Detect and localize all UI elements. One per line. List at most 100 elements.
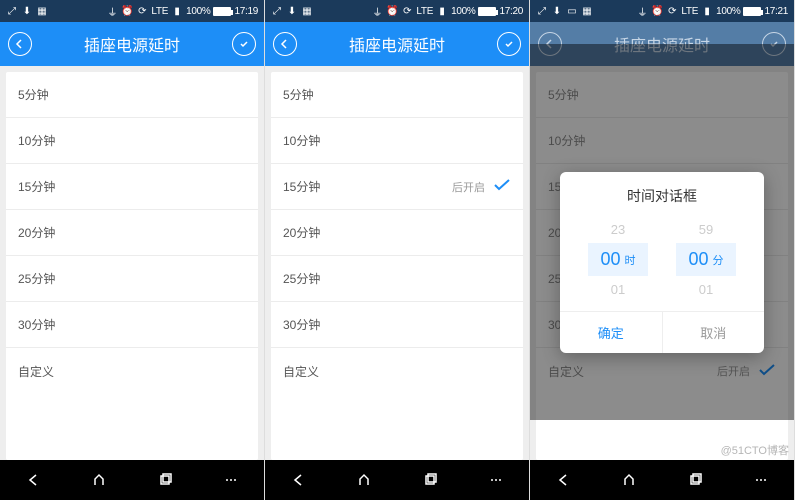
hour-next: 01 <box>588 276 648 303</box>
expand-icon: ⤢ <box>271 5 283 17</box>
battery-pct: 100% <box>186 6 210 17</box>
list-item[interactable]: 10分钟 <box>271 118 523 164</box>
signal-icon: ▮ <box>436 5 448 17</box>
list-item[interactable]: 10分钟 <box>6 118 258 164</box>
sync-icon: ⟳ <box>401 5 413 17</box>
list-item-label: 25分钟 <box>283 270 320 287</box>
list-item-label: 自定义 <box>283 363 319 380</box>
clock: 17:21 <box>764 6 788 17</box>
list-item-selected[interactable]: 15分钟 后开启 <box>271 164 523 210</box>
back-button[interactable] <box>265 22 305 66</box>
list-item[interactable]: 5分钟 <box>6 72 258 118</box>
dialog-ok-button[interactable]: 确定 <box>560 312 663 353</box>
nav-menu-button[interactable] <box>211 460 251 500</box>
hour-unit: 时 <box>625 252 636 268</box>
nav-recent-button[interactable] <box>675 460 715 500</box>
hour-wheel[interactable]: 23 00时 01 <box>588 216 648 303</box>
check-icon <box>497 32 521 56</box>
nav-bar <box>265 460 529 500</box>
list-item-custom[interactable]: 自定义 <box>271 348 523 394</box>
list-item[interactable]: 5分钟 <box>271 72 523 118</box>
screen-2: ⤢ ⬇ ▦ ⏚ ⏰ ⟳ LTE ▮ 100% 17:20 插座电源延时 5分钟 … <box>265 0 530 500</box>
list-item-label: 10分钟 <box>18 132 55 149</box>
settings-icon: ▭ <box>566 5 578 17</box>
sync-icon: ⟳ <box>666 5 678 17</box>
list-item-label: 10分钟 <box>283 132 320 149</box>
arrow-left-icon <box>273 32 297 56</box>
hour-prev: 23 <box>588 216 648 243</box>
list-item-label: 15分钟 <box>283 178 320 195</box>
clock: 17:20 <box>499 6 523 17</box>
selected-tail-text: 后开启 <box>452 179 485 195</box>
nav-back-button[interactable] <box>543 460 583 500</box>
minute-next: 01 <box>676 276 736 303</box>
status-bar: ⤢ ⬇ ▦ ⏚ ⏰ ⟳ LTE ▮ 100% 17:19 <box>0 0 264 22</box>
download-icon: ⬇ <box>21 5 33 17</box>
clock: 17:19 <box>234 6 258 17</box>
nav-bar <box>530 460 794 500</box>
back-button[interactable] <box>0 22 40 66</box>
status-bar: ⤢ ⬇ ▦ ⏚ ⏰ ⟳ LTE ▮ 100% 17:20 <box>265 0 529 22</box>
nav-menu-button[interactable] <box>476 460 516 500</box>
check-icon <box>232 32 256 56</box>
list-item-label: 自定义 <box>18 363 54 380</box>
usb-icon: ⏚ <box>106 5 118 17</box>
usb-icon: ⏚ <box>636 5 648 17</box>
page-title: 插座电源延时 <box>40 32 224 56</box>
nav-home-button[interactable] <box>609 460 649 500</box>
list-item[interactable]: 25分钟 <box>271 256 523 302</box>
list-area: 5分钟 10分钟 15分钟 20分钟 25分钟 30分钟 自定义 <box>0 66 264 460</box>
battery-icon <box>478 7 496 16</box>
minute-selected: 00 <box>688 243 708 276</box>
grid-icon: ▦ <box>301 5 313 17</box>
nav-home-button[interactable] <box>344 460 384 500</box>
arrow-left-icon <box>8 32 32 56</box>
list-item[interactable]: 25分钟 <box>6 256 258 302</box>
grid-icon: ▦ <box>581 5 593 17</box>
signal-icon: ▮ <box>171 5 183 17</box>
list-item-label: 30分钟 <box>283 316 320 333</box>
nav-home-button[interactable] <box>79 460 119 500</box>
list-item-label: 25分钟 <box>18 270 55 287</box>
minute-wheel[interactable]: 59 00分 01 <box>676 216 736 303</box>
time-dialog: 时间对话框 23 00时 01 59 00分 01 确定 取消 <box>560 172 764 353</box>
list-item-label: 5分钟 <box>18 86 49 103</box>
status-bar: ⤢ ⬇ ▭ ▦ ⏚ ⏰ ⟳ LTE ▮ 100% 17:21 <box>530 0 794 22</box>
screen-3: ⤢ ⬇ ▭ ▦ ⏚ ⏰ ⟳ LTE ▮ 100% 17:21 插座电源延时 5分… <box>530 0 795 500</box>
screen-1: ⤢ ⬇ ▦ ⏚ ⏰ ⟳ LTE ▮ 100% 17:19 插座电源延时 5分钟 <box>0 0 265 500</box>
list-item[interactable]: 20分钟 <box>271 210 523 256</box>
list-item-label: 30分钟 <box>18 316 55 333</box>
minute-unit: 分 <box>713 252 724 268</box>
net-label: LTE <box>416 6 433 17</box>
nav-menu-button[interactable] <box>741 460 781 500</box>
nav-back-button[interactable] <box>278 460 318 500</box>
list-item[interactable]: 15分钟 <box>6 164 258 210</box>
sync-icon: ⟳ <box>136 5 148 17</box>
app-header: 插座电源延时 <box>265 22 529 66</box>
dialog-title: 时间对话框 <box>560 172 764 216</box>
list-item-label: 15分钟 <box>18 178 55 195</box>
alarm-icon: ⏰ <box>121 5 133 17</box>
page-title: 插座电源延时 <box>305 32 489 56</box>
dialog-cancel-button[interactable]: 取消 <box>663 312 765 353</box>
nav-recent-button[interactable] <box>410 460 450 500</box>
net-label: LTE <box>151 6 168 17</box>
download-icon: ⬇ <box>551 5 563 17</box>
alarm-icon: ⏰ <box>651 5 663 17</box>
grid-icon: ▦ <box>36 5 48 17</box>
list-item[interactable]: 20分钟 <box>6 210 258 256</box>
nav-back-button[interactable] <box>13 460 53 500</box>
list-item[interactable]: 30分钟 <box>271 302 523 348</box>
time-picker[interactable]: 23 00时 01 59 00分 01 <box>560 216 764 311</box>
list-item[interactable]: 30分钟 <box>6 302 258 348</box>
confirm-button[interactable] <box>489 22 529 66</box>
list-item-label: 20分钟 <box>18 224 55 241</box>
battery-pct: 100% <box>451 6 475 17</box>
app-header: 插座电源延时 <box>0 22 264 66</box>
nav-recent-button[interactable] <box>145 460 185 500</box>
battery-pct: 100% <box>716 6 740 17</box>
list-item-custom[interactable]: 自定义 <box>6 348 258 394</box>
list-area: 5分钟 10分钟 15分钟 后开启 20分钟 25分钟 30分钟 自定义 <box>265 66 529 460</box>
battery-icon <box>213 7 231 16</box>
confirm-button[interactable] <box>224 22 264 66</box>
